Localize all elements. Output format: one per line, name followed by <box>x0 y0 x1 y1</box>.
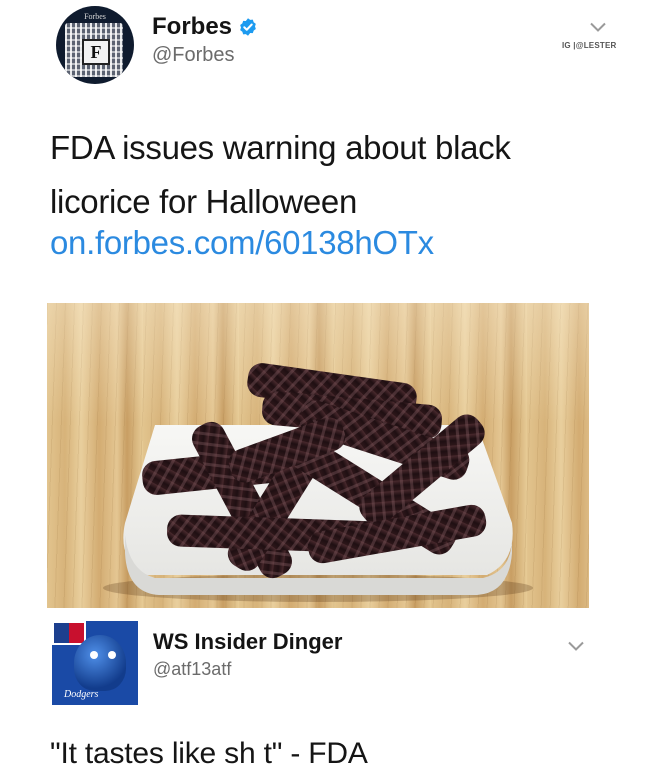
reply-avatar[interactable]: Dodgers <box>52 621 138 705</box>
mascot-icon <box>74 635 126 691</box>
licorice-plate-illustration <box>103 363 533 602</box>
chevron-down-icon[interactable] <box>590 22 606 32</box>
tweet-text: FDA issues warning about black licorice … <box>50 129 511 220</box>
avatar-label: Dodgers <box>64 689 99 700</box>
author-display-name[interactable]: Forbes <box>152 13 258 41</box>
tweet-photo[interactable] <box>47 303 589 608</box>
verified-badge-icon <box>240 18 256 36</box>
mlb-logo-icon <box>52 621 86 645</box>
mascot-eye <box>90 651 98 659</box>
reply-author-handle[interactable]: @atf13atf <box>153 659 231 680</box>
mascot-eye <box>108 651 116 659</box>
avatar-label: Forbes <box>84 12 106 21</box>
reply-author-name[interactable]: WS Insider Dinger <box>153 629 342 655</box>
forbes-avatar[interactable]: Forbes F <box>56 6 134 84</box>
tweet-link[interactable]: on.forbes.com/60138hOTx <box>50 224 434 262</box>
forbes-logo-letter: F <box>82 39 110 65</box>
chevron-down-icon[interactable] <box>568 641 584 651</box>
watermark-text: IG |@LESTER <box>562 41 617 50</box>
reply-text: "It tastes like sh t" - FDA <box>50 737 368 770</box>
author-handle[interactable]: @Forbes <box>152 44 235 67</box>
author-name: Forbes <box>152 13 233 40</box>
